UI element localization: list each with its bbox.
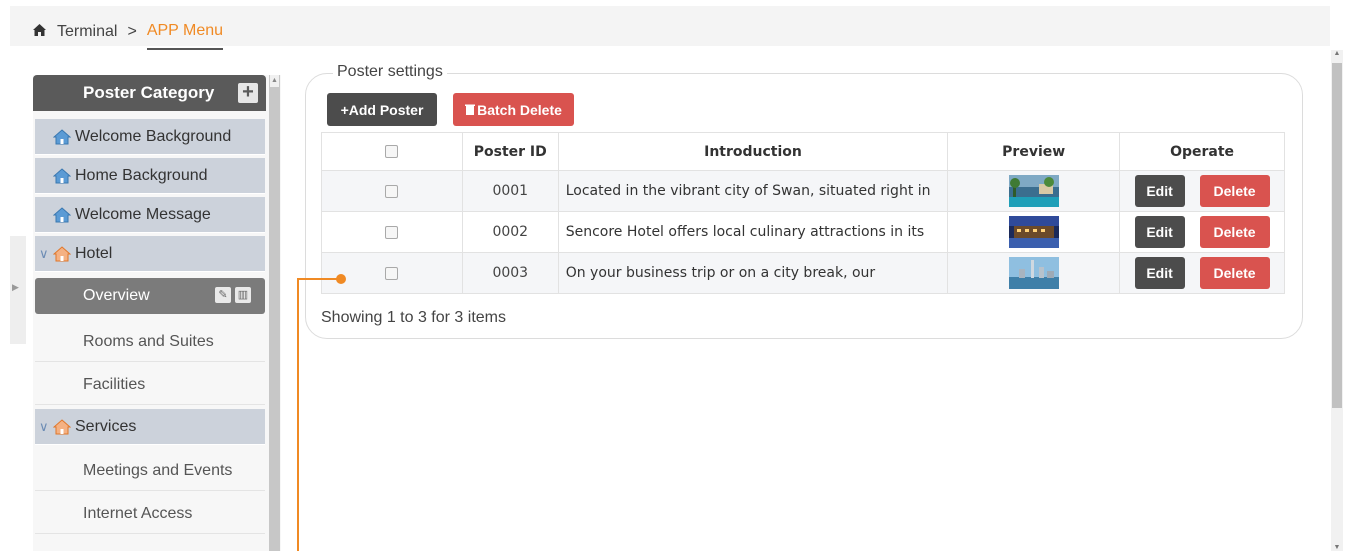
- sidebar-item-internet-access[interactable]: Internet Access: [35, 494, 265, 534]
- panel-title: Poster settings: [333, 63, 447, 81]
- home-icon[interactable]: [32, 23, 47, 41]
- chevron-down-icon: ∨: [39, 418, 49, 434]
- sidebar-item-label: Rooms and Suites: [83, 332, 214, 350]
- batch-delete-button[interactable]: Batch Delete: [453, 93, 574, 126]
- sidebar-scrollbar[interactable]: ▲: [269, 75, 280, 551]
- sidebar-item-services[interactable]: ∨ Services: [35, 409, 265, 445]
- edit-button[interactable]: Edit: [1134, 257, 1185, 289]
- poster-introduction: On your business trip or on a city break…: [557, 252, 949, 294]
- table-row: 0002 Sencore Hotel offers local culinary…: [321, 211, 1285, 253]
- table-header-row: Poster ID Introduction Preview Operate: [321, 132, 1285, 171]
- sidebar: Poster Category + Welcome Background Hom…: [33, 75, 281, 551]
- preview-cell: [947, 170, 1121, 212]
- sidebar-item-label: Home Background: [75, 166, 208, 184]
- callout-line: [297, 278, 299, 551]
- table-row: 0001 Located in the vibrant city of Swan…: [321, 170, 1285, 212]
- poster-table: Poster ID Introduction Preview Operate 0…: [321, 132, 1285, 294]
- sidebar-title: Poster Category: [83, 83, 215, 102]
- table-row: 0003 On your business trip or on a city …: [321, 252, 1285, 294]
- trash-icon: [465, 104, 476, 115]
- house-icon: [53, 128, 71, 144]
- top-bar: Terminal > APP Menu: [10, 6, 1330, 50]
- breadcrumb-terminal[interactable]: Terminal: [57, 23, 117, 41]
- scroll-up-icon[interactable]: ▲: [1331, 50, 1343, 57]
- sidebar-item-label: Facilities: [83, 375, 146, 393]
- poster-introduction: Sencore Hotel offers local culinary attr…: [557, 211, 949, 253]
- edit-button[interactable]: Edit: [1134, 175, 1185, 207]
- row-checkbox[interactable]: [385, 184, 399, 198]
- scroll-up-icon[interactable]: ▲: [270, 75, 279, 87]
- sidebar-item-hotel[interactable]: ∨ Hotel: [35, 236, 265, 272]
- delete-button[interactable]: Delete: [1199, 216, 1270, 248]
- operate-cell: Edit Delete: [1119, 252, 1285, 294]
- scrollbar-thumb[interactable]: [1332, 63, 1342, 408]
- sidebar-item-meetings-and-events[interactable]: Meetings and Events: [35, 451, 265, 491]
- delete-button[interactable]: Delete: [1199, 175, 1270, 207]
- poster-introduction: Located in the vibrant city of Swan, sit…: [557, 170, 949, 212]
- poster-id: 0002: [461, 211, 559, 253]
- breadcrumb: Terminal > APP Menu: [32, 14, 224, 50]
- row-checkbox[interactable]: [385, 266, 399, 280]
- hotel-night-thumbnail[interactable]: [1008, 216, 1059, 248]
- column-header[interactable]: Introduction: [557, 132, 949, 171]
- sidebar-item-label: Hotel: [75, 244, 113, 262]
- plus-icon[interactable]: +: [238, 82, 258, 103]
- poster-id: 0003: [461, 252, 559, 294]
- preview-cell: [947, 211, 1121, 253]
- select-all-checkbox[interactable]: [385, 145, 399, 158]
- callout-dot: [336, 274, 346, 284]
- pagination-summary: Showing 1 to 3 for 3 items: [321, 309, 506, 326]
- callout-line: [298, 278, 338, 280]
- expand-arrow-icon: ▶: [12, 282, 19, 292]
- column-header[interactable]: Preview: [947, 132, 1121, 171]
- house-icon: [53, 418, 71, 434]
- sidebar-item-overview[interactable]: Overview ✎ ▥: [35, 278, 265, 314]
- sidebar-item-label: Welcome Message: [75, 205, 211, 223]
- sidebar-item-label: Services: [75, 417, 137, 435]
- hotel-pool-thumbnail[interactable]: [1008, 175, 1059, 207]
- sidebar-item-welcome-message[interactable]: Welcome Message: [35, 197, 265, 233]
- edit-icon[interactable]: ✎: [215, 287, 231, 303]
- batch-delete-label: Batch Delete: [477, 101, 562, 118]
- column-header: Operate: [1119, 132, 1285, 171]
- row-checkbox[interactable]: [385, 225, 399, 239]
- poster-id: 0001: [461, 170, 559, 212]
- breadcrumb-separator: >: [127, 23, 137, 40]
- sidebar-item-home-background[interactable]: Home Background: [35, 158, 265, 194]
- sidebar-item-welcome-background[interactable]: Welcome Background: [35, 119, 265, 155]
- chevron-down-icon: ∨: [39, 245, 49, 261]
- sidebar-header: Poster Category +: [33, 75, 266, 111]
- sidebar-item-facilities[interactable]: Facilities: [35, 365, 265, 405]
- scroll-down-icon[interactable]: ▼: [1331, 544, 1343, 551]
- add-poster-button[interactable]: +Add Poster: [327, 93, 437, 126]
- preview-cell: [947, 252, 1121, 294]
- sidebar-item-label: Meetings and Events: [83, 461, 233, 479]
- operate-cell: Edit Delete: [1119, 211, 1285, 253]
- sidebar-item-label: Welcome Background: [75, 127, 232, 145]
- delete-button[interactable]: Delete: [1199, 257, 1270, 289]
- trash-icon[interactable]: ▥: [235, 287, 251, 303]
- house-icon: [53, 245, 71, 261]
- operate-cell: Edit Delete: [1119, 170, 1285, 212]
- edit-button[interactable]: Edit: [1134, 216, 1185, 248]
- select-all-cell: [321, 132, 463, 171]
- sidebar-item-label: Internet Access: [83, 504, 193, 522]
- column-header[interactable]: Poster ID: [461, 132, 559, 171]
- house-icon: [53, 206, 71, 222]
- collapse-handle[interactable]: ▶: [10, 236, 26, 344]
- sidebar-item-label: Overview: [83, 287, 150, 304]
- house-icon: [53, 167, 71, 183]
- breadcrumb-app-menu[interactable]: APP Menu: [146, 22, 224, 50]
- page-scrollbar[interactable]: ▲ ▼: [1331, 50, 1343, 551]
- sidebar-item-rooms-and-suites[interactable]: Rooms and Suites: [35, 322, 265, 362]
- city-skyline-thumbnail[interactable]: [1008, 257, 1059, 289]
